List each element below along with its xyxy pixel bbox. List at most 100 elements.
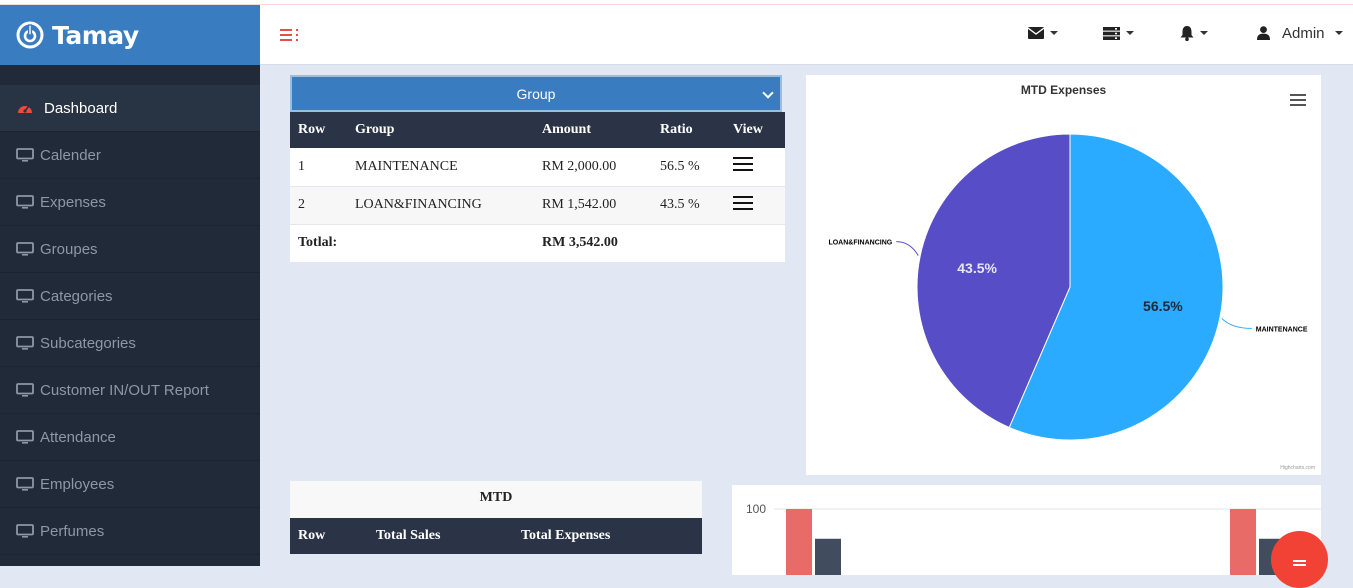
mtd-title: MTD xyxy=(290,481,702,518)
sidebar-item-label: Perfumes xyxy=(40,522,105,540)
caret-down-icon xyxy=(1050,31,1058,35)
pie-data-label: 56.5% xyxy=(1143,298,1183,314)
sidebar-item-subcategories[interactable]: Subcategories xyxy=(0,320,260,367)
table-row: 2 LOAN&FINANCING RM 1,542.00 43.5 % xyxy=(290,186,785,225)
sidebar-toggle-icon[interactable] xyxy=(280,29,298,41)
server-icon xyxy=(1103,26,1120,40)
admin-label: Admin xyxy=(1282,24,1325,42)
mail-dropdown[interactable] xyxy=(1028,23,1058,43)
monitor-icon xyxy=(16,383,34,397)
notifications-dropdown[interactable] xyxy=(1180,23,1208,43)
sidebar-item-dashboard[interactable]: Dashboard xyxy=(0,85,260,132)
dashboard-gauge-icon xyxy=(18,106,32,113)
monitor-icon xyxy=(16,524,34,538)
pie-connector-line xyxy=(896,241,919,256)
envelope-icon xyxy=(1028,27,1044,39)
view-menu-icon[interactable] xyxy=(733,157,753,172)
sidebar-item-label: Categories xyxy=(40,287,113,305)
pie-data-label: 43.5% xyxy=(957,260,997,276)
total-row: Totlal: RM 3,542.00 xyxy=(290,224,785,263)
column-header: Total Sales xyxy=(368,518,513,554)
brand-name: Tamay xyxy=(52,20,139,50)
sidebar-item-label: Groupes xyxy=(40,240,98,258)
group-select[interactable]: Group xyxy=(290,75,782,112)
monitor-icon xyxy=(16,289,34,303)
column-header: Row xyxy=(290,518,368,554)
group-table: Row Group Amount Ratio View 1 MAINTENANC… xyxy=(290,112,785,263)
power-logo-icon xyxy=(16,21,44,49)
column-header: Amount xyxy=(534,112,652,148)
chart-credit: Highcharts.com xyxy=(1280,465,1315,471)
user-icon xyxy=(1257,26,1270,40)
sidebar-item-attendance[interactable]: Attendance xyxy=(0,414,260,461)
sidebar-item-label: Employees xyxy=(40,475,115,493)
caret-down-icon xyxy=(1334,31,1343,35)
sidebar-item-label: Expenses xyxy=(40,193,106,211)
row-number: 1 xyxy=(290,148,347,187)
mtd-table: Row Total Sales Total Expenses xyxy=(290,518,702,554)
brand-header[interactable]: Tamay xyxy=(0,5,260,65)
monitor-icon xyxy=(16,477,34,491)
bar-chart-svg: 100 xyxy=(746,502,1321,588)
sidebar-item-label: Dashboard xyxy=(44,99,118,117)
row-number: 2 xyxy=(290,186,347,225)
bar[interactable] xyxy=(1230,509,1256,588)
sidebar: Dashboard Calender Expenses Groupes Cate… xyxy=(0,65,260,566)
chart-context-menu-icon[interactable] xyxy=(1290,94,1306,106)
bell-icon xyxy=(1180,25,1194,41)
mtd-panel: MTD Row Total Sales Total Expenses xyxy=(290,481,702,554)
pie-chart-svg: 56.5% MAINTENANCE 43.5% LOAN&FINANCING xyxy=(828,133,1308,441)
pie-category-label: LOAN&FINANCING xyxy=(828,240,892,247)
sidebar-item-label: Customer IN/OUT Report xyxy=(40,381,209,399)
sidebar-item-label: Calender xyxy=(40,146,101,164)
pie-category-label: MAINTENANCE xyxy=(1256,326,1308,333)
caret-down-icon xyxy=(1200,31,1208,35)
sidebar-item-perfumes[interactable]: Perfumes xyxy=(0,508,260,555)
top-navbar: Admin xyxy=(260,5,1353,65)
amount-cell: RM 1,542.00 xyxy=(534,186,652,225)
chart-title: MTD Expenses xyxy=(1020,83,1107,97)
sidebar-item-calender[interactable]: Calender xyxy=(0,132,260,179)
caret-down-icon xyxy=(1126,31,1134,35)
mtd-expenses-pie-chart: MTD Expenses 56.5% MAINTENANCE 43.5% LOAN&F… xyxy=(806,75,1321,475)
view-menu-icon[interactable] xyxy=(733,195,753,210)
amount-cell: RM 2,000.00 xyxy=(534,148,652,187)
monitor-icon xyxy=(16,242,34,256)
group-name: LOAN&FINANCING xyxy=(347,186,534,225)
admin-dropdown[interactable]: Admin xyxy=(1257,23,1343,43)
y-tick-label: 100 xyxy=(746,502,766,516)
column-header: Group xyxy=(347,112,534,148)
sidebar-item-label: Attendance xyxy=(40,428,116,446)
group-name: MAINTENANCE xyxy=(347,148,534,187)
column-header: Row xyxy=(290,112,347,148)
mtd-bar-chart: 100 xyxy=(732,485,1321,588)
table-row: 1 MAINTENANCE RM 2,000.00 56.5 % xyxy=(290,148,785,187)
server-dropdown[interactable] xyxy=(1103,23,1134,43)
monitor-icon xyxy=(16,430,34,444)
sidebar-item-categories[interactable]: Categories xyxy=(0,273,260,320)
table-header-row: Row Total Sales Total Expenses xyxy=(290,518,702,554)
total-amount: RM 3,542.00 xyxy=(534,224,785,263)
sidebar-item-label: Subcategories xyxy=(40,334,136,352)
table-header-row: Row Group Amount Ratio View xyxy=(290,112,785,148)
bar[interactable] xyxy=(786,509,812,588)
sidebar-item-groupes[interactable]: Groupes xyxy=(0,226,260,273)
monitor-icon xyxy=(16,195,34,209)
monitor-icon xyxy=(16,148,34,162)
chevron-down-icon xyxy=(762,87,774,99)
column-header: Total Expenses xyxy=(513,518,702,554)
column-header: View xyxy=(725,112,785,148)
bar[interactable] xyxy=(815,538,841,588)
group-select-value: Group xyxy=(516,85,556,102)
monitor-icon xyxy=(16,336,34,350)
ratio-cell: 43.5 % xyxy=(652,186,725,225)
total-label: Totlal: xyxy=(290,224,534,263)
ratio-cell: 56.5 % xyxy=(652,148,725,187)
sidebar-item-customer-report[interactable]: Customer IN/OUT Report xyxy=(0,367,260,414)
floating-menu-button[interactable] xyxy=(1271,531,1328,588)
pie-connector-line xyxy=(1221,318,1252,329)
sidebar-item-employees[interactable]: Employees xyxy=(0,461,260,508)
sidebar-item-expenses[interactable]: Expenses xyxy=(0,179,260,226)
group-expenses-panel: Group Row Group Amount Ratio View 1 MAIN… xyxy=(290,75,785,263)
column-header: Ratio xyxy=(652,112,725,148)
